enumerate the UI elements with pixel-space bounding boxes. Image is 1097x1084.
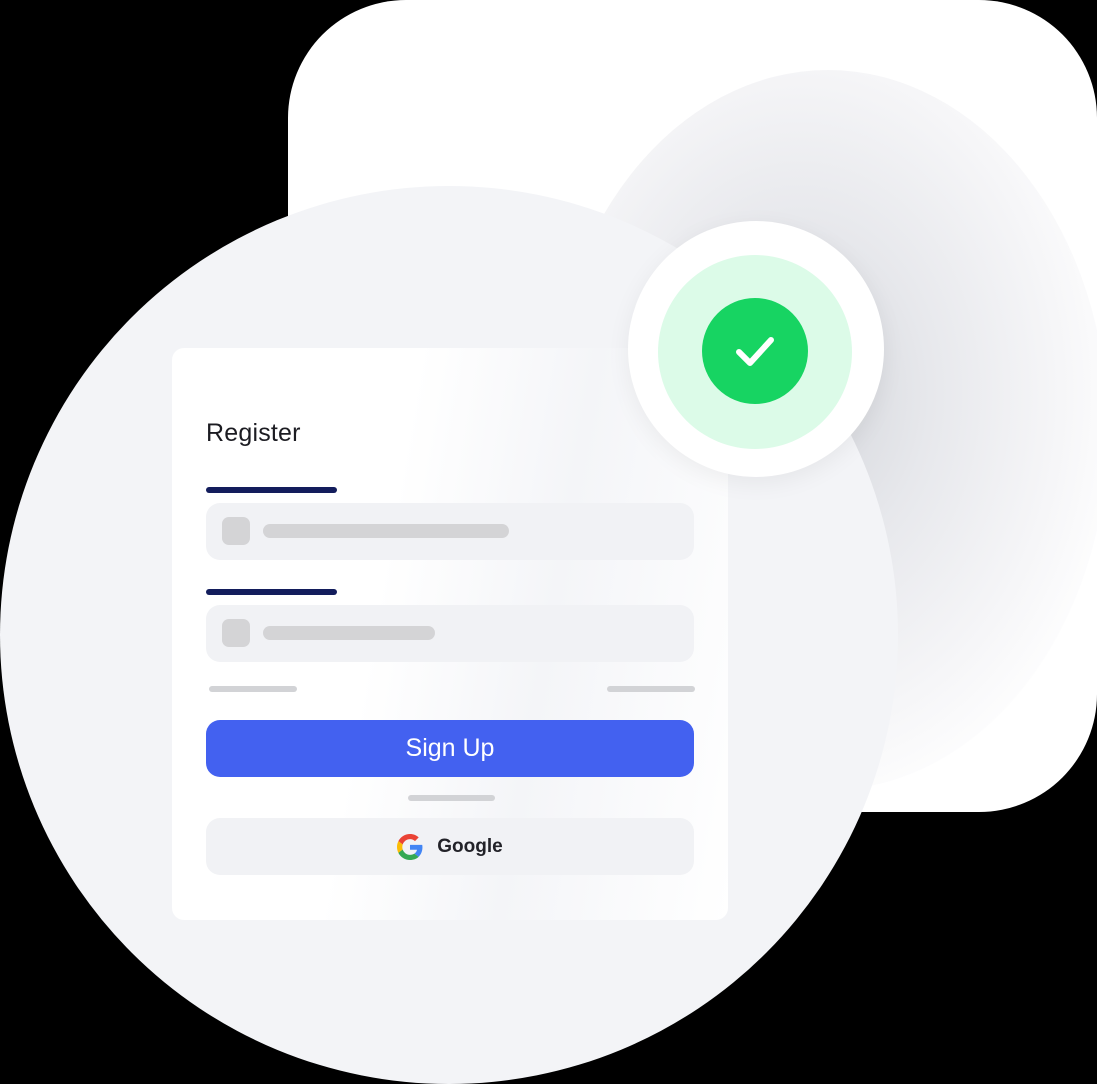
left-link-placeholder[interactable] [209,686,297,692]
sign-up-label: Sign Up [405,734,495,762]
sign-up-button[interactable]: Sign Up [206,720,694,777]
field-icon [222,517,250,545]
success-badge-core [702,298,808,404]
text-input-2[interactable] [206,605,694,662]
check-icon [736,337,774,366]
page-title: Register [206,419,301,447]
field-placeholder [263,626,435,640]
field-label-placeholder [206,487,337,493]
text-input-1[interactable] [206,503,694,560]
google-sign-in-button[interactable]: Google [206,818,694,875]
google-label: Google [437,835,503,857]
field-label-placeholder [206,589,337,595]
right-link-placeholder[interactable] [607,686,695,692]
google-icon [397,833,423,860]
field-icon [222,619,250,647]
field-placeholder [263,524,509,538]
divider [408,795,495,801]
